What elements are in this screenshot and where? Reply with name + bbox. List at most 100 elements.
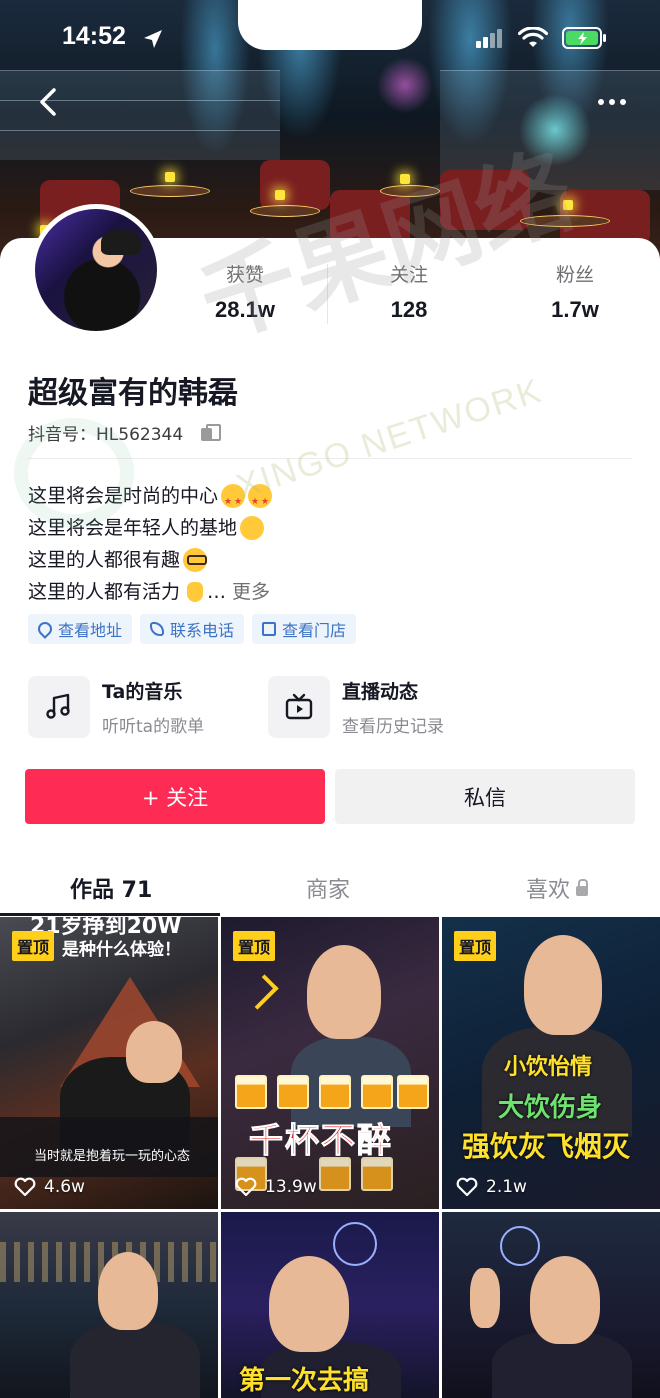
bio-line: 这里的人都有活力 … 更多	[28, 576, 272, 608]
beer-mug-icon	[361, 1075, 393, 1109]
video-likes: 2.1w	[456, 1177, 527, 1197]
feature-icon-box	[28, 676, 90, 738]
live-feature[interactable]: 直播动态 查看历史记录	[268, 676, 444, 738]
back-button[interactable]	[30, 84, 66, 120]
device-notch	[238, 0, 422, 50]
bio-text: 这里将会是时尚的中心	[28, 485, 219, 507]
beer-mug-icon	[235, 1075, 267, 1109]
location-arrow-icon	[144, 30, 162, 48]
stat-likes[interactable]: 获赞 28.1w	[180, 260, 310, 323]
like-count: 13.9w	[265, 1177, 317, 1197]
star-struck-emoji-icon	[221, 484, 246, 518]
store-icon	[262, 622, 277, 636]
douyin-id-row: 抖音号：HL562344	[28, 420, 222, 445]
bio-line: 这里的人都很有趣	[28, 544, 272, 576]
chip-label: 查看门店	[282, 621, 347, 640]
more-dot-icon	[620, 99, 626, 105]
heart-icon	[456, 1177, 478, 1197]
video-overlay-line: 大饮伤身	[498, 1093, 603, 1123]
beer-mug-icon	[319, 1157, 351, 1191]
battery-charging-icon	[562, 27, 606, 49]
video-thumbnail[interactable]	[442, 1212, 660, 1398]
stat-value: 1.7w	[551, 297, 599, 322]
bio-more-link[interactable]: 更多	[232, 576, 270, 608]
beer-mug-icon	[361, 1157, 393, 1191]
stat-label: 关注	[389, 264, 428, 286]
rock-hand-emoji-icon	[183, 580, 207, 604]
view-address-chip[interactable]: 查看地址	[28, 614, 133, 644]
bio-text: 这里的人都很有趣	[28, 549, 181, 571]
pinned-badge: 置顶	[12, 931, 55, 961]
message-button[interactable]: 私信	[335, 769, 635, 824]
avatar[interactable]	[30, 204, 162, 336]
stats-divider	[327, 264, 328, 324]
video-overlay-subtitle: 是种什么体验！	[62, 940, 181, 960]
heart-icon	[235, 1177, 257, 1197]
video-overlay-bottom: 第一次去搞	[239, 1366, 370, 1396]
video-overlay-line: 强饮灰飞烟灭	[462, 1130, 631, 1163]
chip-label: 联系电话	[170, 621, 235, 640]
avatar-hair	[101, 229, 141, 255]
person-hand	[470, 1268, 500, 1328]
profile-name: 超级富有的韩磊	[28, 376, 238, 411]
video-thumbnail[interactable]: 21岁挣到20W 是种什么体验！ 当时就是抱着玩一玩的心态 置顶 4.6w	[0, 917, 218, 1209]
divider	[28, 458, 632, 459]
chip-label: 查看地址	[58, 621, 123, 640]
beer-mug-icon	[397, 1075, 429, 1109]
beer-mug-icon	[277, 1075, 309, 1109]
feature-text: 直播动态 查看历史记录	[342, 677, 444, 737]
status-time: 14:52	[62, 22, 126, 50]
status-icons	[476, 26, 608, 50]
tab-likes-label: 喜欢	[526, 878, 571, 903]
feature-subtitle: 查看历史记录	[342, 717, 444, 737]
tab-likes[interactable]: 喜欢	[526, 872, 589, 904]
stat-value: 128	[390, 297, 428, 322]
copy-icon[interactable]	[201, 423, 222, 442]
bio-ellipsis: …	[207, 581, 227, 603]
location-pin-icon	[35, 619, 55, 639]
phone-icon	[150, 622, 165, 636]
video-likes: 4.6w	[14, 1177, 85, 1197]
feature-subtitle: 听听ta的歌单	[102, 717, 205, 737]
profile-tabs: 作品 71 商家 喜欢	[0, 858, 660, 916]
video-thumbnail[interactable]: 千杯不醉 置顶 13.9w	[221, 917, 439, 1209]
lock-icon	[576, 879, 589, 896]
video-grid: 21岁挣到20W 是种什么体验！ 当时就是抱着玩一玩的心态 置顶 4.6w 千杯…	[0, 917, 660, 1398]
music-feature[interactable]: Ta的音乐 听听ta的歌单	[28, 676, 204, 738]
pinned-badge: 置顶	[233, 931, 276, 961]
view-store-chip[interactable]: 查看门店	[252, 614, 357, 644]
wifi-icon	[518, 27, 548, 47]
video-thumbnail[interactable]: 第一次去搞	[221, 1212, 439, 1398]
person-head	[126, 1021, 182, 1083]
beer-mug-icon	[319, 1075, 351, 1109]
contact-phone-chip[interactable]: 联系电话	[140, 614, 245, 644]
stat-label: 粉丝	[555, 264, 594, 286]
person-head	[530, 1256, 600, 1344]
stat-following[interactable]: 关注 128	[344, 260, 474, 323]
logo-circle	[500, 1226, 540, 1266]
bio-text: 这里将会是年轻人的基地	[28, 517, 238, 539]
video-thumbnail[interactable]: 小饮怡情 大饮伤身 强饮灰飞烟灭 置顶 2.1w	[442, 917, 660, 1209]
person-head	[269, 1256, 349, 1352]
douyin-id: 抖音号：HL562344	[28, 425, 184, 445]
like-count: 4.6w	[44, 1177, 85, 1197]
shushing-face-emoji-icon	[240, 516, 265, 540]
decor-chevron	[243, 974, 279, 1010]
video-thumbnail[interactable]	[0, 1212, 218, 1398]
person-head	[307, 945, 381, 1039]
video-overlay-big: 千杯不醉	[249, 1121, 393, 1162]
nerd-face-emoji-icon	[183, 548, 208, 572]
video-likes: 13.9w	[235, 1177, 317, 1197]
video-caption: 当时就是抱着玩一玩的心态	[34, 1149, 191, 1164]
stat-followers[interactable]: 粉丝 1.7w	[510, 260, 640, 323]
pinned-badge: 置顶	[454, 931, 497, 961]
tv-icon	[285, 693, 313, 720]
tab-works[interactable]: 作品 71	[70, 872, 152, 904]
more-options-button[interactable]	[598, 88, 634, 116]
tab-merchant[interactable]: 商家	[306, 872, 350, 904]
follow-button[interactable]: + 关注	[25, 769, 325, 824]
star-struck-emoji-icon	[248, 484, 273, 518]
feature-title: Ta的音乐	[102, 681, 183, 703]
video-overlay-line: 小饮怡情	[504, 1055, 593, 1080]
person-body	[70, 1322, 200, 1398]
